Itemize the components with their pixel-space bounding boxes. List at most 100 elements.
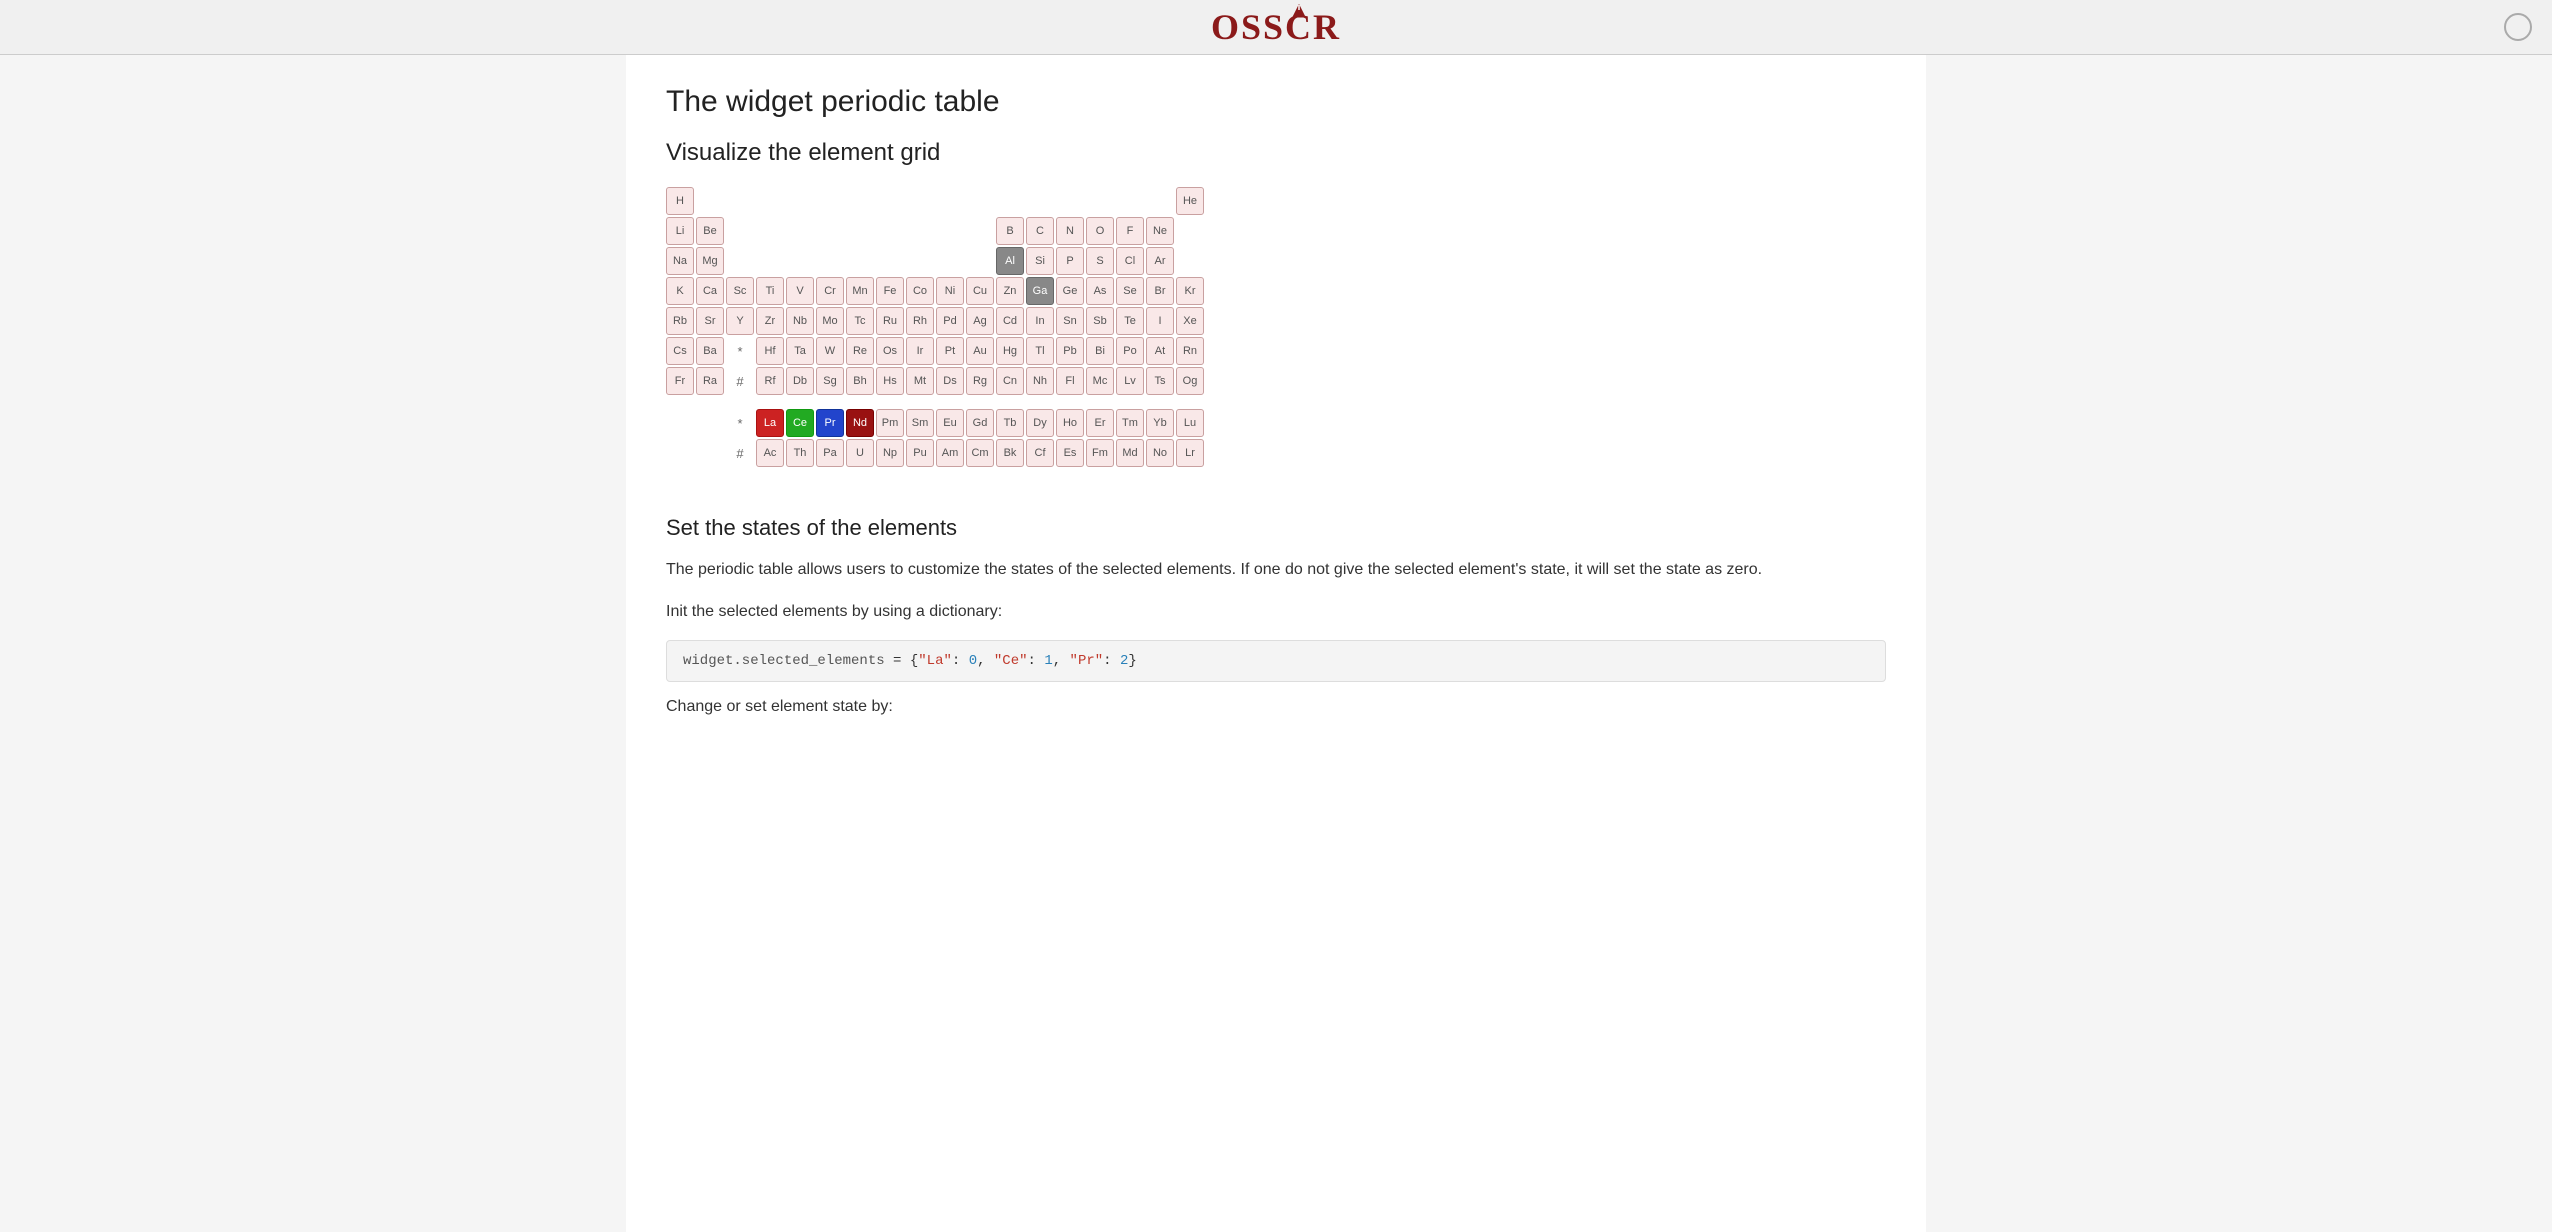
element-Se[interactable]: Se xyxy=(1116,277,1144,305)
element-No[interactable]: No xyxy=(1146,439,1174,467)
element-Cs[interactable]: Cs xyxy=(666,337,694,365)
element-K[interactable]: K xyxy=(666,277,694,305)
element-Tl[interactable]: Tl xyxy=(1026,337,1054,365)
element-As[interactable]: As xyxy=(1086,277,1114,305)
element-Hs[interactable]: Hs xyxy=(876,367,904,395)
element-Cu[interactable]: Cu xyxy=(966,277,994,305)
element-Ac[interactable]: Ac xyxy=(756,439,784,467)
element-Ds[interactable]: Ds xyxy=(936,367,964,395)
element-Md[interactable]: Md xyxy=(1116,439,1144,467)
element-Cr[interactable]: Cr xyxy=(816,277,844,305)
element-Db[interactable]: Db xyxy=(786,367,814,395)
element-Ni[interactable]: Ni xyxy=(936,277,964,305)
element-Ge[interactable]: Ge xyxy=(1056,277,1084,305)
element-Gd[interactable]: Gd xyxy=(966,409,994,437)
element-Na[interactable]: Na xyxy=(666,247,694,275)
element-Pm[interactable]: Pm xyxy=(876,409,904,437)
element-Ts[interactable]: Ts xyxy=(1146,367,1174,395)
element-Am[interactable]: Am xyxy=(936,439,964,467)
element-Pt[interactable]: Pt xyxy=(936,337,964,365)
element-Ti[interactable]: Ti xyxy=(756,277,784,305)
element-Nh[interactable]: Nh xyxy=(1026,367,1054,395)
element-Ho[interactable]: Ho xyxy=(1056,409,1084,437)
element-Fr[interactable]: Fr xyxy=(666,367,694,395)
element-Ca[interactable]: Ca xyxy=(696,277,724,305)
element-Kr[interactable]: Kr xyxy=(1176,277,1204,305)
element-Bh[interactable]: Bh xyxy=(846,367,874,395)
element-Sg[interactable]: Sg xyxy=(816,367,844,395)
element-Mt[interactable]: Mt xyxy=(906,367,934,395)
element-Mg[interactable]: Mg xyxy=(696,247,724,275)
element-C[interactable]: C xyxy=(1026,217,1054,245)
element-O[interactable]: O xyxy=(1086,217,1114,245)
element-Yb[interactable]: Yb xyxy=(1146,409,1174,437)
element-N[interactable]: N xyxy=(1056,217,1084,245)
element-Lv[interactable]: Lv xyxy=(1116,367,1144,395)
element-Ar[interactable]: Ar xyxy=(1146,247,1174,275)
element-Te[interactable]: Te xyxy=(1116,307,1144,335)
element-Fm[interactable]: Fm xyxy=(1086,439,1114,467)
element-W[interactable]: W xyxy=(816,337,844,365)
element-Hf[interactable]: Hf xyxy=(756,337,784,365)
element-He[interactable]: He xyxy=(1176,187,1204,215)
element-Rb[interactable]: Rb xyxy=(666,307,694,335)
element-Fe[interactable]: Fe xyxy=(876,277,904,305)
element-Re[interactable]: Re xyxy=(846,337,874,365)
element-Tm[interactable]: Tm xyxy=(1116,409,1144,437)
element-I[interactable]: I xyxy=(1146,307,1174,335)
element-Nd[interactable]: Nd xyxy=(846,409,874,437)
element-Ra[interactable]: Ra xyxy=(696,367,724,395)
element-Rh[interactable]: Rh xyxy=(906,307,934,335)
element-Au[interactable]: Au xyxy=(966,337,994,365)
element-Ru[interactable]: Ru xyxy=(876,307,904,335)
element-In[interactable]: In xyxy=(1026,307,1054,335)
element-Po[interactable]: Po xyxy=(1116,337,1144,365)
element-Br[interactable]: Br xyxy=(1146,277,1174,305)
element-Zr[interactable]: Zr xyxy=(756,307,784,335)
element-Rn[interactable]: Rn xyxy=(1176,337,1204,365)
element-At[interactable]: At xyxy=(1146,337,1174,365)
element-Nb[interactable]: Nb xyxy=(786,307,814,335)
element-Og[interactable]: Og xyxy=(1176,367,1204,395)
element-Os[interactable]: Os xyxy=(876,337,904,365)
element-Cn[interactable]: Cn xyxy=(996,367,1024,395)
element-Cd[interactable]: Cd xyxy=(996,307,1024,335)
element-Rg[interactable]: Rg xyxy=(966,367,994,395)
element-Sr[interactable]: Sr xyxy=(696,307,724,335)
element-B[interactable]: B xyxy=(996,217,1024,245)
element-F[interactable]: F xyxy=(1116,217,1144,245)
element-Pr[interactable]: Pr xyxy=(816,409,844,437)
element-Pa[interactable]: Pa xyxy=(816,439,844,467)
element-Bk[interactable]: Bk xyxy=(996,439,1024,467)
element-Pb[interactable]: Pb xyxy=(1056,337,1084,365)
element-Pd[interactable]: Pd xyxy=(936,307,964,335)
element-Bi[interactable]: Bi xyxy=(1086,337,1114,365)
element-Tc[interactable]: Tc xyxy=(846,307,874,335)
element-Lr[interactable]: Lr xyxy=(1176,439,1204,467)
element-Cf[interactable]: Cf xyxy=(1026,439,1054,467)
element-Lu[interactable]: Lu xyxy=(1176,409,1204,437)
element-Ba[interactable]: Ba xyxy=(696,337,724,365)
element-Np[interactable]: Np xyxy=(876,439,904,467)
element-Si[interactable]: Si xyxy=(1026,247,1054,275)
element-Ta[interactable]: Ta xyxy=(786,337,814,365)
element-Cl[interactable]: Cl xyxy=(1116,247,1144,275)
element-Be[interactable]: Be xyxy=(696,217,724,245)
element-H[interactable]: H xyxy=(666,187,694,215)
element-Zn[interactable]: Zn xyxy=(996,277,1024,305)
element-Mo[interactable]: Mo xyxy=(816,307,844,335)
element-Hg[interactable]: Hg xyxy=(996,337,1024,365)
element-Cm[interactable]: Cm xyxy=(966,439,994,467)
element-Sc[interactable]: Sc xyxy=(726,277,754,305)
element-Mn[interactable]: Mn xyxy=(846,277,874,305)
element-Al[interactable]: Al xyxy=(996,247,1024,275)
element-U[interactable]: U xyxy=(846,439,874,467)
element-Ag[interactable]: Ag xyxy=(966,307,994,335)
element-Ne[interactable]: Ne xyxy=(1146,217,1174,245)
element-Xe[interactable]: Xe xyxy=(1176,307,1204,335)
element-La[interactable]: La xyxy=(756,409,784,437)
element-Dy[interactable]: Dy xyxy=(1026,409,1054,437)
element-Sm[interactable]: Sm xyxy=(906,409,934,437)
element-Th[interactable]: Th xyxy=(786,439,814,467)
element-Eu[interactable]: Eu xyxy=(936,409,964,437)
